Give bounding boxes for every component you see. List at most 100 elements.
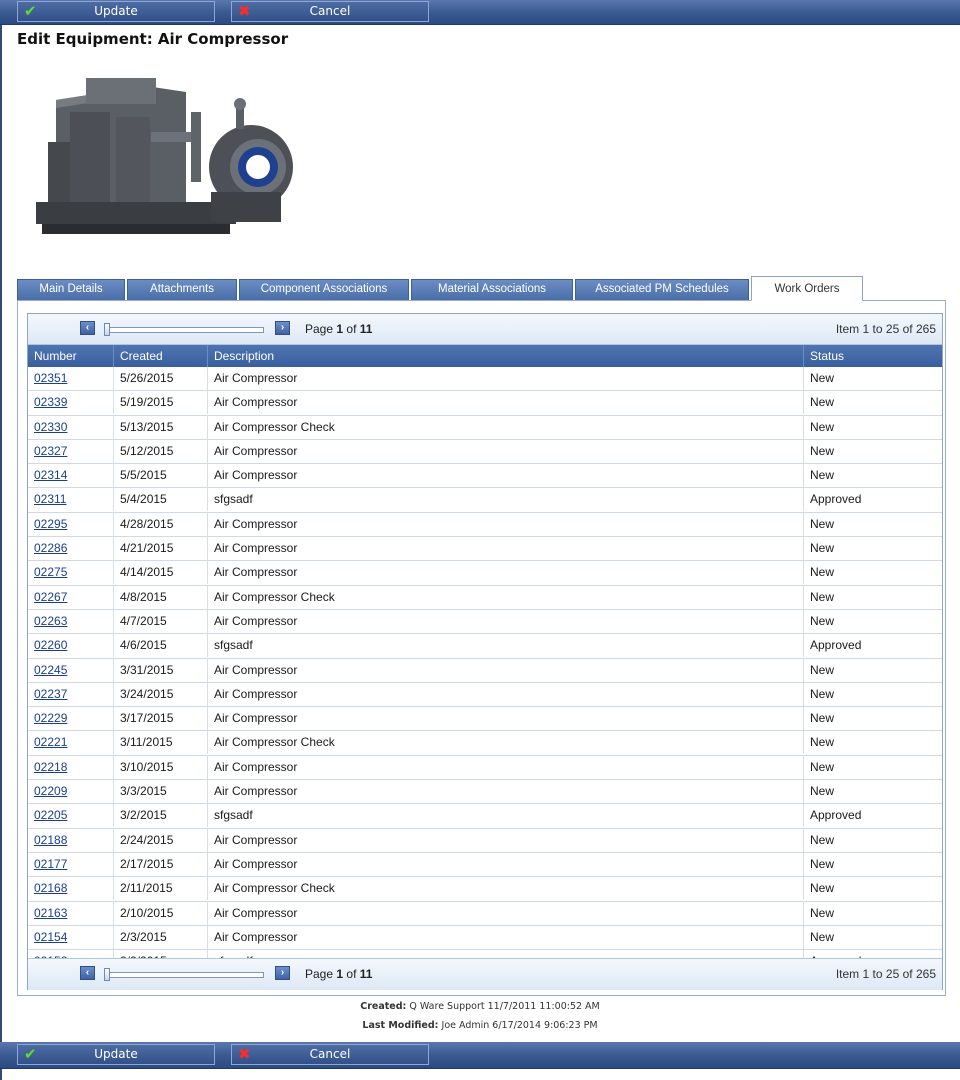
work-order-link[interactable]: 02188 xyxy=(34,833,67,847)
description-cell: sfgsadf xyxy=(208,488,804,512)
work-order-link[interactable]: 02263 xyxy=(34,614,67,628)
work-order-link[interactable]: 02351 xyxy=(34,371,67,385)
page-label: Page xyxy=(305,322,334,336)
table-row[interactable]: 02188 2/24/2015 Air Compressor New xyxy=(28,828,942,853)
work-order-link[interactable]: 02205 xyxy=(34,808,67,822)
chevron-right-icon[interactable]: › xyxy=(275,966,290,980)
table-row[interactable]: 02351 5/26/2015 Air Compressor New xyxy=(28,367,942,392)
work-order-link[interactable]: 02245 xyxy=(34,663,67,677)
column-header-number[interactable]: Number xyxy=(28,345,114,367)
update-button[interactable]: ✔ Update xyxy=(17,1,215,22)
of-label: of xyxy=(902,322,913,336)
table-row[interactable]: 02327 5/12/2015 Air Compressor New xyxy=(28,439,942,465)
table-row[interactable]: 02177 2/17/2015 Air Compressor New xyxy=(28,852,942,878)
to-label: to xyxy=(872,967,883,981)
work-order-link[interactable]: 02163 xyxy=(34,906,67,920)
tab-main-details[interactable]: Main Details xyxy=(17,279,125,300)
created-cell: 5/4/2015 xyxy=(114,488,208,512)
table-row[interactable]: 02311 5/4/2015 sfgsadf Approved xyxy=(28,488,942,513)
table-row[interactable]: 02245 3/31/2015 Air Compressor New xyxy=(28,658,942,683)
cancel-button[interactable]: ✖ Cancel xyxy=(231,1,429,22)
table-row[interactable]: 02237 3/24/2015 Air Compressor New xyxy=(28,682,942,708)
tab-material-associations[interactable]: Material Associations xyxy=(411,279,573,300)
table-row[interactable]: 02221 3/11/2015 Air Compressor Check New xyxy=(28,731,942,756)
work-order-link[interactable]: 02267 xyxy=(34,590,67,604)
work-order-link[interactable]: 02209 xyxy=(34,784,67,798)
table-row[interactable]: 02209 3/3/2015 Air Compressor New xyxy=(28,780,942,805)
work-order-link[interactable]: 02229 xyxy=(34,711,67,725)
status-cell: New xyxy=(810,516,835,531)
tab-associated-pm-schedules[interactable]: Associated PM Schedules xyxy=(575,279,749,300)
page-slider[interactable] xyxy=(104,323,264,336)
table-row[interactable]: 02263 4/7/2015 Air Compressor New xyxy=(28,609,942,635)
created-label: Created: xyxy=(360,1001,407,1012)
tab-work-orders[interactable]: Work Orders xyxy=(751,276,863,301)
page-slider[interactable] xyxy=(104,968,264,981)
table-row[interactable]: 02267 4/8/2015 Air Compressor Check New xyxy=(28,585,942,610)
slider-handle[interactable] xyxy=(104,323,110,336)
work-order-number-cell: 02327 xyxy=(28,439,114,463)
work-order-number-cell: 02237 xyxy=(28,682,114,706)
work-order-link[interactable]: 02177 xyxy=(34,857,67,871)
column-header-created[interactable]: Created xyxy=(114,345,208,367)
grid-rows: 02351 5/26/2015 Air Compressor New 02339 5/19… xyxy=(28,367,942,975)
work-order-link[interactable]: 02168 xyxy=(34,881,67,895)
x-icon: ✖ xyxy=(238,2,251,20)
chevron-right-icon[interactable]: › xyxy=(275,321,290,335)
work-order-link[interactable]: 02154 xyxy=(34,930,67,944)
work-order-link[interactable]: 02286 xyxy=(34,541,67,555)
work-order-link[interactable]: 02327 xyxy=(34,444,67,458)
description-cell: Air Compressor xyxy=(208,561,804,585)
table-row[interactable]: 02314 5/5/2015 Air Compressor New xyxy=(28,464,942,489)
status-cell: Approved xyxy=(810,638,862,653)
check-icon: ✔ xyxy=(24,2,37,20)
table-row[interactable]: 02275 4/14/2015 Air Compressor New xyxy=(28,561,942,586)
table-row[interactable]: 02286 4/21/2015 Air Compressor New xyxy=(28,537,942,562)
column-header-status[interactable]: Status xyxy=(804,345,942,367)
table-row[interactable]: 02154 2/3/2015 Air Compressor New xyxy=(28,925,942,951)
tab-component-associations[interactable]: Component Associations xyxy=(239,279,409,300)
work-order-link[interactable]: 02221 xyxy=(34,735,67,749)
table-row[interactable]: 02260 4/6/2015 sfgsadf Approved xyxy=(28,634,942,659)
table-row[interactable]: 02330 5/13/2015 Air Compressor Check New xyxy=(28,415,942,440)
work-order-link[interactable]: 02330 xyxy=(34,420,67,434)
work-order-number-cell: 02330 xyxy=(28,415,114,439)
table-row[interactable]: 02339 5/19/2015 Air Compressor New xyxy=(28,391,942,416)
item-to: 25 xyxy=(885,967,900,981)
work-order-link[interactable]: 02311 xyxy=(34,492,66,506)
work-order-link[interactable]: 02218 xyxy=(34,760,67,774)
work-order-link[interactable]: 02314 xyxy=(34,468,67,482)
update-button-label: Update xyxy=(94,4,138,18)
work-order-link[interactable]: 02295 xyxy=(34,517,67,531)
table-row[interactable]: 02229 3/17/2015 Air Compressor New xyxy=(28,707,942,732)
created-cell: 5/26/2015 xyxy=(114,367,208,390)
update-button[interactable]: ✔ Update xyxy=(17,1044,215,1065)
table-row[interactable]: 02218 3/10/2015 Air Compressor New xyxy=(28,755,942,781)
description-cell: Air Compressor xyxy=(208,780,804,804)
table-row[interactable]: 02168 2/11/2015 Air Compressor Check New xyxy=(28,877,942,902)
table-row[interactable]: 02295 4/28/2015 Air Compressor New xyxy=(28,512,942,538)
chevron-left-icon[interactable]: ‹ xyxy=(80,966,95,980)
column-header-description[interactable]: Description xyxy=(208,345,804,367)
work-order-link[interactable]: 02275 xyxy=(34,565,67,579)
work-order-number-cell: 02245 xyxy=(28,658,114,682)
tab-strip: Main Details Attachments Component Assoc… xyxy=(17,276,942,301)
item-range: Item 1 to 25 of 265 xyxy=(836,322,936,336)
work-order-link[interactable]: 02260 xyxy=(34,638,67,652)
tab-attachments[interactable]: Attachments xyxy=(127,279,237,300)
table-row[interactable]: 02163 2/10/2015 Air Compressor New xyxy=(28,901,942,926)
cancel-button[interactable]: ✖ Cancel xyxy=(231,1044,429,1065)
grid-header: Number Created Description Status xyxy=(28,345,942,367)
work-order-link[interactable]: 02237 xyxy=(34,687,67,701)
cancel-button-label: Cancel xyxy=(309,1047,351,1061)
created-cell: 4/28/2015 xyxy=(114,512,208,536)
work-order-number-cell: 02154 xyxy=(28,925,114,949)
work-order-link[interactable]: 02339 xyxy=(34,395,67,409)
status-cell: New xyxy=(810,686,835,701)
table-row[interactable]: 02205 3/2/2015 sfgsadf Approved xyxy=(28,804,942,829)
chevron-left-icon[interactable]: ‹ xyxy=(80,321,95,335)
of-label: of xyxy=(346,967,357,981)
slider-handle[interactable] xyxy=(104,968,110,981)
description-cell: sfgsadf xyxy=(208,804,804,828)
page-label: Page xyxy=(305,967,334,981)
